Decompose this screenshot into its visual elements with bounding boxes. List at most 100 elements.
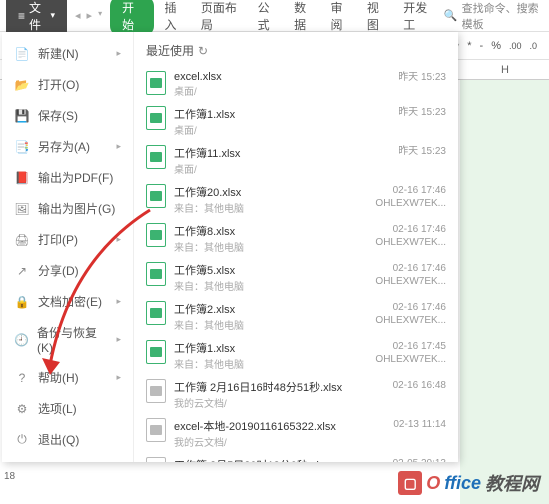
menu-item-encrypt[interactable]: 🔒文档加密(E)▸: [2, 286, 133, 317]
forward-icon[interactable]: ▸: [87, 9, 93, 22]
file-timestamp: 昨天 15:23: [374, 71, 446, 84]
search-box[interactable]: 🔍 查找命令、搜索模板: [444, 0, 543, 32]
file-location: 桌面/: [174, 83, 366, 98]
file-timestamp: 02-13 11:14: [374, 418, 446, 431]
menu-label: 分享(D): [38, 262, 79, 279]
encrypt-icon: 🔒: [14, 294, 30, 310]
tab-start[interactable]: 开始: [110, 0, 154, 36]
spreadsheet-cells[interactable]: [460, 80, 549, 504]
menu-label: 保存(S): [38, 107, 78, 124]
menu-label: 打开(O): [38, 76, 79, 93]
recent-file-item[interactable]: excel.xlsx桌面/昨天 15:23: [134, 67, 458, 102]
spreadsheet-file-icon: [146, 301, 166, 325]
recent-file-item[interactable]: 工作簿 2月16日16时48分51秒.xlsx我的云文档/02-16 16:48: [134, 375, 458, 414]
recent-file-item[interactable]: 工作簿11.xlsx桌面/昨天 15:23: [134, 141, 458, 180]
row-number[interactable]: 18: [4, 471, 15, 482]
share-icon: ↗: [14, 263, 30, 279]
file-name: excel-本地-20190116165322.xlsx: [174, 418, 366, 434]
tab-formula[interactable]: 公式: [252, 0, 284, 36]
spreadsheet-file-icon: [146, 418, 166, 442]
recent-file-item[interactable]: 工作簿8.xlsx来自：其他电脑02-16 17:46OHLEXW7EK...: [134, 219, 458, 258]
recent-file-item[interactable]: 工作簿5.xlsx来自：其他电脑 02-16 17:46OHLEXW7EK...: [134, 258, 458, 297]
tab-insert[interactable]: 插入: [158, 0, 190, 36]
percent-button[interactable]: %: [491, 40, 501, 52]
file-menu-button[interactable]: ≡ 文件 ▾: [6, 0, 67, 36]
spreadsheet-file-icon: [146, 457, 166, 462]
menu-item-open[interactable]: 📂打开(O): [2, 69, 133, 100]
dec-inc-button[interactable]: .00: [509, 41, 522, 51]
menu-label: 帮助(H): [38, 369, 79, 386]
menu-item-exit[interactable]: ⏻ 退出(Q): [2, 424, 133, 455]
menu-item-help[interactable]: ?帮助(H)▸: [2, 362, 133, 393]
recent-file-item[interactable]: excel-本地-20190116165322.xlsx我的云文档/02-13 …: [134, 414, 458, 453]
menu-item-saveas[interactable]: 📑 另存为(A) ▸: [2, 131, 133, 162]
menu-item-pdf[interactable]: 📕 输出为PDF(F): [2, 162, 133, 193]
watermark: ▢ Office教程网: [398, 470, 539, 496]
spreadsheet-file-icon: [146, 106, 166, 130]
menu-item-options[interactable]: ⚙选项(L): [2, 393, 133, 424]
recent-file-item[interactable]: 工作簿 2月5日20时13分0秒.xlsx我的云文档/02-05 20:13: [134, 453, 458, 462]
tab-data[interactable]: 数据: [288, 0, 320, 36]
file-location: 来自：其他电脑: [174, 278, 366, 293]
hamburger-icon: ≡: [18, 9, 25, 23]
chevron-right-icon: ▸: [116, 141, 121, 152]
file-timestamp: 02-16 16:48: [374, 379, 446, 392]
menu-label: 另存为(A): [38, 138, 90, 155]
chevron-right-icon: ▸: [116, 48, 121, 59]
img-icon: 🖼: [14, 201, 30, 217]
file-location: 桌面/: [174, 161, 366, 176]
recent-file-item[interactable]: 工作簿1.xlsx桌面/昨天 15:23: [134, 102, 458, 141]
nav-arrows: ◂ ▸ ▾: [71, 9, 106, 22]
menu-item-backup[interactable]: 🕘备份与恢复(K)▸: [2, 317, 133, 362]
file-name: 工作簿5.xlsx: [174, 262, 366, 278]
back-icon[interactable]: ◂: [75, 9, 81, 22]
recent-file-item[interactable]: 工作簿2.xlsx来自：其他电脑02-16 17:46OHLEXW7EK...: [134, 297, 458, 336]
menu-item-share[interactable]: ↗ 分享(D): [2, 255, 133, 286]
saveas-icon: 📑: [14, 139, 30, 155]
recent-file-item[interactable]: 工作簿20.xlsx来自：其他电脑 02-16 17:46OHLEXW7EK...: [134, 180, 458, 219]
menu-label: 输出为PDF(F): [38, 169, 113, 186]
spreadsheet-file-icon: [146, 262, 166, 286]
file-location: 来自：其他电脑: [174, 317, 366, 332]
pdf-icon: 📕: [14, 170, 30, 186]
file-timestamp: 昨天 15:23: [374, 106, 446, 119]
file-name: 工作簿11.xlsx: [174, 145, 366, 161]
chevron-right-icon: ▸: [116, 296, 121, 307]
chevron-down-icon[interactable]: ▾: [98, 9, 102, 22]
file-name: 工作簿8.xlsx: [174, 223, 366, 239]
file-location: 来自：其他电脑: [174, 200, 366, 215]
backup-icon: 🕘: [14, 332, 29, 348]
file-name: 工作簿 2月5日20时13分0秒.xlsx: [174, 457, 366, 462]
tab-review[interactable]: 审阅: [324, 0, 356, 36]
menu-item-new[interactable]: 📄 新建(N) ▸: [2, 38, 133, 69]
recent-header: 最近使用 ↻: [134, 38, 458, 67]
menu-label: 打印(P): [38, 231, 78, 248]
file-timestamp: 02-16 17:46OHLEXW7EK...: [374, 262, 446, 288]
file-dropdown: 📄 新建(N) ▸ 📂打开(O)💾保存(S) 📑 另存为(A) ▸ 📕 输出为PDF(F) 🖼输出…: [2, 32, 458, 462]
menu-label: 新建(N): [38, 45, 79, 62]
new-icon: 📄: [14, 46, 30, 62]
help-icon: ?: [14, 370, 30, 386]
top-ribbon: ≡ 文件 ▾ ◂ ▸ ▾ 开始 插入 页面布局 公式 数据 审阅 视图 开发工 …: [0, 0, 549, 32]
menu-label: 退出(Q): [38, 431, 79, 448]
print-icon: 🖨: [14, 232, 30, 248]
refresh-icon[interactable]: ↻: [198, 44, 208, 58]
currency-icon[interactable]: *: [467, 40, 471, 52]
file-name: 工作簿20.xlsx: [174, 184, 366, 200]
tab-layout[interactable]: 页面布局: [195, 0, 248, 36]
tab-view[interactable]: 视图: [361, 0, 393, 36]
file-name: 工作簿1.xlsx: [174, 106, 366, 122]
tab-dev[interactable]: 开发工: [397, 0, 440, 36]
file-timestamp: 02-05 20:13: [374, 457, 446, 462]
menu-label: 备份与恢复(K): [37, 324, 108, 355]
file-timestamp: 02-16 17:46OHLEXW7EK...: [374, 184, 446, 210]
dec-dec-button[interactable]: .0: [529, 41, 537, 51]
exit-icon: ⏻: [14, 432, 30, 448]
menu-item-save[interactable]: 💾保存(S): [2, 100, 133, 131]
menu-item-print[interactable]: 🖨打印(P)▸: [2, 224, 133, 255]
spreadsheet-file-icon: [146, 145, 166, 169]
file-timestamp: 昨天 15:23: [374, 145, 446, 158]
menu-item-img[interactable]: 🖼输出为图片(G): [2, 193, 133, 224]
spreadsheet-file-icon: [146, 223, 166, 247]
recent-file-item[interactable]: 工作簿1.xlsx来自：其他电脑02-16 17:45OHLEXW7EK...: [134, 336, 458, 375]
